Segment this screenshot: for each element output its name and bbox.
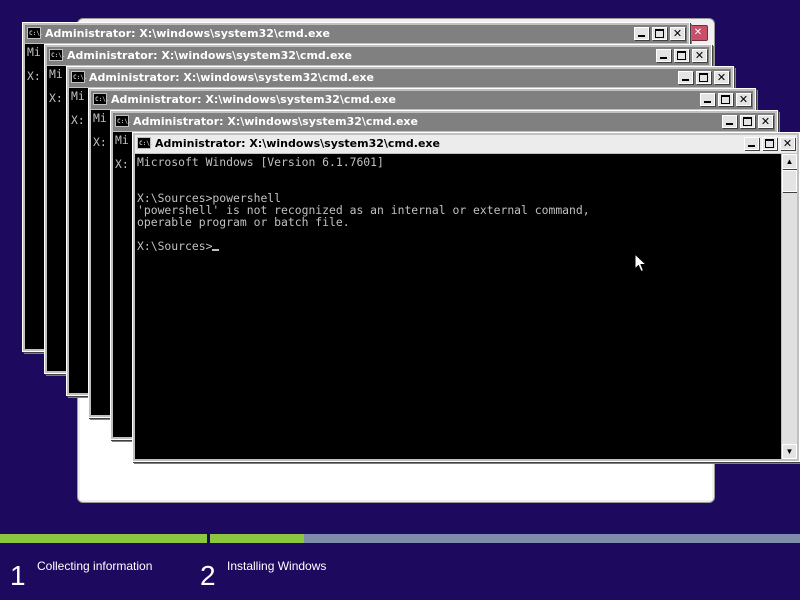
progress-segment-collecting [0, 534, 207, 543]
close-button[interactable]: ✕ [714, 71, 729, 84]
cmd-window-title: Administrator: X:\windows\system32\cmd.e… [155, 137, 440, 150]
minimize-button[interactable] [744, 137, 759, 150]
maximize-button[interactable] [652, 27, 667, 40]
cmd-titlebar[interactable]: C:\. Administrator: X:\windows\system32\… [91, 91, 753, 109]
console-text: Microsoft Windows [Version 6.1.7601] X:\… [135, 154, 797, 254]
cmd-app-icon[interactable]: C:\. [27, 27, 43, 39]
cmd-titlebar[interactable]: C:\. Administrator: X:\windows\system32\… [113, 113, 775, 131]
cmd-window-title: Administrator: X:\windows\system32\cmd.e… [67, 49, 352, 62]
step-label: Collecting information [37, 559, 153, 573]
mouse-pointer-icon [634, 253, 648, 273]
console-area[interactable]: Microsoft Windows [Version 6.1.7601] X:\… [135, 154, 797, 459]
setup-progress-bar [0, 534, 800, 544]
maximize-button[interactable] [718, 93, 733, 106]
cmd-titlebar[interactable]: C:\. Administrator: X:\windows\system32\… [47, 47, 709, 65]
maximize-button[interactable] [696, 71, 711, 84]
maximize-button[interactable] [762, 137, 777, 150]
close-button[interactable]: ✕ [780, 137, 795, 150]
cmd-window-title: Administrator: X:\windows\system32\cmd.e… [133, 115, 418, 128]
minimize-button[interactable] [678, 71, 693, 84]
minimize-button[interactable] [700, 93, 715, 106]
cmd-window-title: Administrator: X:\windows\system32\cmd.e… [89, 71, 374, 84]
console-line: Microsoft Windows [Version 6.1.7601] [137, 155, 384, 169]
step-number: 1 [10, 560, 26, 591]
cmd-window-title: Administrator: X:\windows\system32\cmd.e… [111, 93, 396, 106]
cmd-app-icon[interactable]: C:\. [137, 137, 153, 149]
cmd-window-active[interactable]: C:\. Administrator: X:\windows\system32\… [132, 132, 800, 462]
progress-fill [210, 534, 305, 543]
setup-close-button[interactable]: ✕ [688, 25, 708, 41]
text-cursor [212, 249, 220, 251]
step-label: Installing Windows [227, 559, 327, 573]
cmd-app-icon[interactable]: C:\. [115, 115, 131, 127]
close-button[interactable]: ✕ [758, 115, 773, 128]
close-button[interactable]: ✕ [692, 49, 707, 62]
cmd-app-icon[interactable]: C:\. [93, 93, 109, 105]
console-prompt[interactable]: X:\Sources> [137, 239, 212, 253]
maximize-button[interactable] [674, 49, 689, 62]
progress-segment-installing [210, 534, 800, 543]
scroll-down-button[interactable]: ▼ [782, 444, 797, 459]
maximize-button[interactable] [740, 115, 755, 128]
scroll-thumb[interactable] [782, 170, 797, 192]
cmd-app-icon[interactable]: C:\. [71, 71, 87, 83]
progress-fill [0, 534, 207, 543]
scroll-up-button[interactable]: ▲ [782, 154, 797, 169]
step-number: 2 [200, 560, 216, 591]
console-line: operable program or batch file. [137, 215, 350, 229]
minimize-button[interactable] [722, 115, 737, 128]
cmd-app-icon[interactable]: C:\. [49, 49, 65, 61]
cmd-window-title: Administrator: X:\windows\system32\cmd.e… [45, 27, 330, 40]
minimize-button[interactable] [634, 27, 649, 40]
close-button[interactable]: ✕ [736, 93, 751, 106]
cmd-titlebar[interactable]: C:\. Administrator: X:\windows\system32\… [25, 25, 687, 43]
cmd-titlebar[interactable]: C:\. Administrator: X:\windows\system32\… [135, 135, 797, 153]
vertical-scrollbar[interactable]: ▲ ▼ [781, 154, 797, 459]
cmd-titlebar[interactable]: C:\. Administrator: X:\windows\system32\… [69, 69, 731, 87]
close-button[interactable]: ✕ [670, 27, 685, 40]
minimize-button[interactable] [656, 49, 671, 62]
